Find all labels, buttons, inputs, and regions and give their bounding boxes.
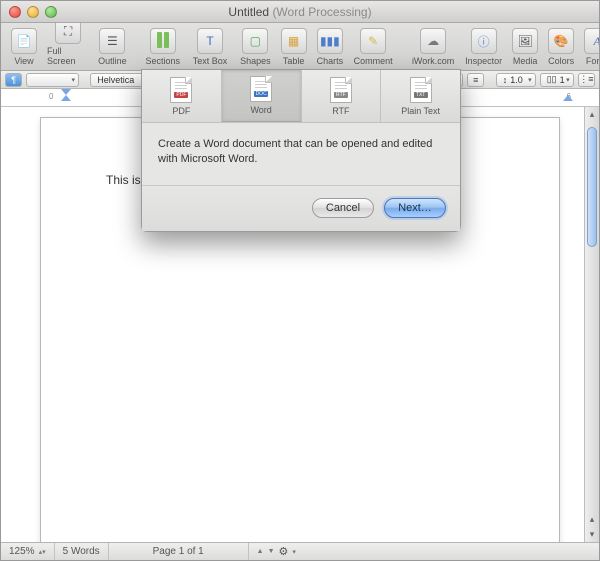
line-spacing-value: 1.0 xyxy=(510,75,523,85)
window-title: Untitled (Word Processing) xyxy=(1,5,599,19)
title-main: Untitled xyxy=(228,5,269,19)
toolbar-inspector[interactable]: ⓘ Inspector xyxy=(461,26,506,68)
plaintext-file-icon: TXT xyxy=(410,77,432,103)
app-window: Untitled (Word Processing) 📄 View ⛶ Full… xyxy=(0,0,600,561)
toolbar-fullscreen[interactable]: ⛶ Full Screen xyxy=(43,16,93,68)
toolbar-shapes-label: Shapes xyxy=(240,56,271,66)
scroll-up-arrow-icon[interactable]: ▴ xyxy=(585,107,599,122)
paragraph-style-button[interactable]: ¶ xyxy=(5,73,22,87)
toolbar-sections[interactable]: Sections xyxy=(142,26,185,68)
toolbar-view-label: View xyxy=(14,56,33,66)
zoom-stepper-icon: ▴▾ xyxy=(39,548,46,556)
media-icon: 🖼 xyxy=(512,28,538,54)
word-file-icon: DOC xyxy=(250,76,272,102)
toolbar-view[interactable]: 📄 View xyxy=(7,16,41,68)
export-tab-plaintext[interactable]: TXT Plain Text xyxy=(381,70,460,122)
zoom-value: 125% xyxy=(9,546,35,557)
colors-icon: 🎨 xyxy=(548,28,574,54)
export-tab-pdf-label: PDF xyxy=(172,106,190,116)
outline-icon: ☰ xyxy=(99,28,125,54)
toolbar-iwork-label: iWork.com xyxy=(412,56,454,66)
export-format-tabs: PDF PDF DOC Word RTF RTF TXT Plain Text xyxy=(142,70,460,122)
status-bar: 125% ▴▾ 5 Words Page 1 of 1 ▲ ▼ ⚙▾ xyxy=(1,542,599,560)
ruler-tick-0: 0 xyxy=(49,92,53,101)
left-indent-marker[interactable] xyxy=(61,95,71,101)
toolbar-comment[interactable]: ✎ Comment xyxy=(349,26,397,68)
minimize-window-button[interactable] xyxy=(27,6,39,18)
toolbar-outline[interactable]: ☰ Outline xyxy=(95,16,129,68)
font-family-value: Helvetica xyxy=(97,75,134,85)
toolbar-textbox[interactable]: T Text Box xyxy=(186,26,234,68)
comment-icon: ✎ xyxy=(360,28,386,54)
status-tools: ▲ ▼ ⚙▾ xyxy=(249,543,304,560)
toolbar-colors-label: Colors xyxy=(548,56,574,66)
word-count-value: 5 Words xyxy=(63,546,100,557)
page-indicator-value: Page 1 of 1 xyxy=(153,546,204,557)
toolbar-charts[interactable]: ▮▮▮ Charts xyxy=(313,26,348,68)
charts-icon: ▮▮▮ xyxy=(317,28,343,54)
scroll-down-arrow-icon[interactable]: ▾ xyxy=(585,527,599,542)
window-controls xyxy=(9,6,57,18)
view-icon: 📄 xyxy=(11,28,37,54)
word-count[interactable]: 5 Words xyxy=(55,543,109,560)
zoom-window-button[interactable] xyxy=(45,6,57,18)
export-tab-word-label: Word xyxy=(250,105,271,115)
export-sheet: PDF PDF DOC Word RTF RTF TXT Plain Text … xyxy=(141,69,461,232)
right-indent-marker[interactable] xyxy=(563,95,573,101)
toolbar-colors[interactable]: 🎨 Colors xyxy=(544,26,578,68)
textbox-icon: T xyxy=(197,28,223,54)
export-tab-pdf[interactable]: PDF PDF xyxy=(142,70,222,122)
fonts-icon: A xyxy=(584,28,600,54)
toolbar: 📄 View ⛶ Full Screen ☰ Outline Sections … xyxy=(1,23,599,71)
cancel-button[interactable]: Cancel xyxy=(312,198,374,218)
export-tab-rtf-label: RTF xyxy=(332,106,349,116)
vertical-scrollbar[interactable]: ▴ ▴ ▾ xyxy=(584,107,599,542)
toolbar-table-label: Table xyxy=(283,56,305,66)
iwork-icon: ☁ xyxy=(420,28,446,54)
export-sheet-footer: Cancel Next… xyxy=(142,185,460,231)
nav-down-icon[interactable]: ▼ xyxy=(268,548,275,555)
toolbar-comment-label: Comment xyxy=(354,56,393,66)
shapes-icon: ▢ xyxy=(242,28,268,54)
toolbar-outline-label: Outline xyxy=(98,56,127,66)
toolbar-fonts[interactable]: A Fonts xyxy=(580,26,600,68)
list-style-button[interactable]: ⋮≡ xyxy=(578,73,595,87)
table-icon: ▦ xyxy=(281,28,307,54)
page-indicator[interactable]: Page 1 of 1 xyxy=(109,543,249,560)
style-select[interactable] xyxy=(26,73,79,87)
toolbar-charts-label: Charts xyxy=(317,56,344,66)
align-justify-button[interactable]: ≡ xyxy=(467,73,484,87)
export-description: Create a Word document that can be opene… xyxy=(142,122,460,185)
zoom-control[interactable]: 125% ▴▾ xyxy=(1,543,55,560)
toolbar-table[interactable]: ▦ Table xyxy=(277,26,311,68)
next-button[interactable]: Next… xyxy=(384,198,446,218)
scroll-up2-arrow-icon[interactable]: ▴ xyxy=(585,512,599,527)
scroll-thumb[interactable] xyxy=(587,127,597,247)
columns-select[interactable]: ▯▯1 xyxy=(540,73,574,87)
pdf-file-icon: PDF xyxy=(170,77,192,103)
toolbar-textbox-label: Text Box xyxy=(193,56,228,66)
toolbar-shapes[interactable]: ▢ Shapes xyxy=(236,26,275,68)
toolbar-inspector-label: Inspector xyxy=(465,56,502,66)
close-window-button[interactable] xyxy=(9,6,21,18)
line-spacing-select[interactable]: ↕1.0 xyxy=(496,73,536,87)
toolbar-media[interactable]: 🖼 Media xyxy=(508,26,542,68)
gear-icon[interactable]: ⚙ xyxy=(279,545,289,558)
toolbar-sections-label: Sections xyxy=(146,56,181,66)
toolbar-fonts-label: Fonts xyxy=(586,56,600,66)
sections-icon xyxy=(150,28,176,54)
export-tab-rtf[interactable]: RTF RTF xyxy=(302,70,382,122)
toolbar-media-label: Media xyxy=(513,56,538,66)
inspector-icon: ⓘ xyxy=(471,28,497,54)
columns-value: 1 xyxy=(560,75,565,85)
titlebar: Untitled (Word Processing) xyxy=(1,1,599,23)
toolbar-fullscreen-label: Full Screen xyxy=(47,46,89,66)
title-sub: (Word Processing) xyxy=(272,5,371,19)
rtf-file-icon: RTF xyxy=(330,77,352,103)
toolbar-iwork[interactable]: ☁ iWork.com xyxy=(409,26,457,68)
export-tab-plaintext-label: Plain Text xyxy=(401,106,440,116)
export-tab-word[interactable]: DOC Word xyxy=(222,70,302,122)
nav-up-icon[interactable]: ▲ xyxy=(257,548,264,555)
